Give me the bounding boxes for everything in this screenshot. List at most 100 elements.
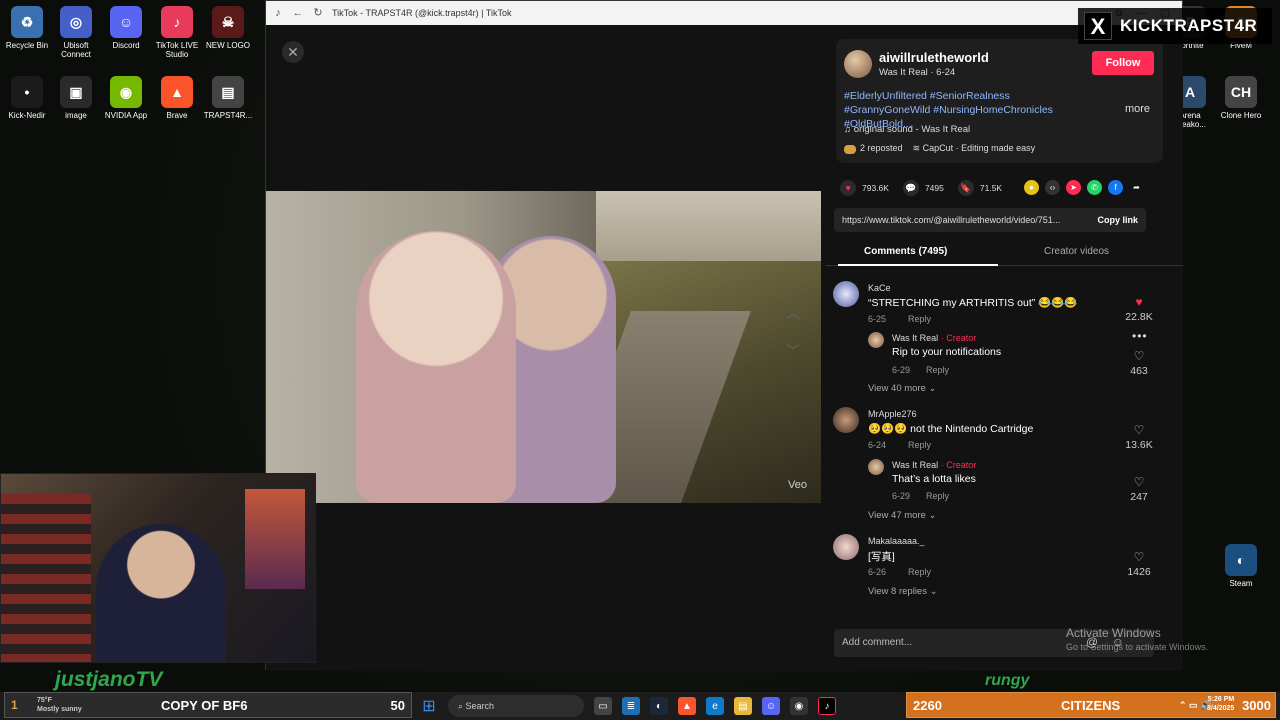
facebook-icon[interactable]: f [1108,180,1123,195]
taskbar-search[interactable]: ⌕ Search [448,695,584,717]
x-handle-overlay: X KICKTRAPST4R [1078,8,1272,44]
desktop-icon-discord[interactable]: ☺ Discord [99,6,153,50]
chevron-down-icon[interactable]: ﹀ [781,341,805,361]
sound-row[interactable]: ♫ original sound - Was It Real [844,124,970,135]
discord-taskbar-icon[interactable]: ☺ [762,697,780,715]
more-options-icon[interactable]: ••• [1132,329,1148,343]
desktop-icon-tiktok-live[interactable]: ♪ TikTok LIVE Studio [150,6,204,59]
like-stat[interactable]: ♥ 793.6K [840,180,889,196]
reply-button[interactable]: Reply [908,567,931,577]
comment-like[interactable]: ♡ 13.6K [1119,423,1159,451]
obs-icon[interactable]: ◉ [790,697,808,715]
clock[interactable]: 5:26 PM 8/4/2025 [1207,695,1234,713]
comment-stat[interactable]: 💬 7495 [902,180,944,196]
bookmark-icon: 🔖 [957,180,974,196]
brave-icon: ▲ [161,76,193,108]
back-arrow-icon[interactable]: ← [292,7,304,19]
notepad-icon[interactable]: ≣ [622,697,640,715]
avatar[interactable] [833,534,859,560]
avatar[interactable] [833,281,859,307]
refresh-icon[interactable]: ↻ [312,7,324,19]
add-comment-placeholder: Add comment... [842,637,913,648]
edge-icon[interactable]: e [706,697,724,715]
comment-text: [写真] [868,551,895,563]
view-more-replies[interactable]: View 8 replies ⌄ [868,586,938,597]
browser-title: TikTok - TRAPST4R (@kick.trapst4r) | Tik… [332,8,512,18]
author-avatar[interactable] [844,50,872,78]
webcam-streamer [96,524,226,662]
close-icon[interactable]: ✕ [282,41,304,63]
comment-meta: 6-25 Reply [868,314,932,324]
capcut-link[interactable]: ≋ CapCut · Editing made easy [913,143,1036,154]
webcam-poster [245,489,305,589]
video-player[interactable]: Veo [266,191,821,503]
share-arrow-icon[interactable]: ➦ [1129,180,1144,195]
reply-button[interactable]: Reply [908,314,931,324]
comment-tabs: Comments (7495) Creator videos [826,240,1183,266]
tiktok-taskbar-icon[interactable]: ♪ [818,697,836,715]
view-more-replies[interactable]: View 47 more ⌄ [868,510,937,521]
brave-taskbar-icon[interactable]: ▲ [678,697,696,715]
avatar[interactable] [868,459,884,475]
reply-button[interactable]: Reply [908,440,931,450]
folder-icon: ▤ [212,76,244,108]
comment-author[interactable]: Was It Real · Creator [892,333,976,343]
comment-author[interactable]: KaCe [868,283,891,293]
desktop-icon-new-logo[interactable]: ☠ NEW LOGO [201,6,255,50]
author-subtitle: Was It Real · 6-24 [879,67,956,78]
desktop-icon-clone-hero[interactable]: CH Clone Hero [1214,76,1268,120]
reply-button[interactable]: Reply [926,491,949,501]
comment-author[interactable]: MrApple276 [868,409,917,419]
comment-like[interactable]: ♡ 247 [1119,475,1159,503]
steam-icon: ◐ [1225,544,1257,576]
comment-author[interactable]: Was It Real · Creator [892,460,976,470]
comment-meta: 6-26 Reply [868,567,932,577]
file-explorer-icon[interactable]: ▤ [734,697,752,715]
post-link[interactable]: https://www.tiktok.com/@aiwillrulethewor… [842,215,1060,225]
comment-text: That’s a lotta likes [892,473,976,485]
heart-icon: ♥ [840,180,856,196]
tab-comments[interactable]: Comments (7495) [864,246,947,257]
steam-taskbar-icon[interactable]: ◐ [650,697,668,715]
tiktok-favicon-icon: ♪ [275,7,281,19]
activate-windows-sub: Go to Settings to activate Windows. [1066,642,1209,652]
chevron-up-icon[interactable]: ︿ [781,303,805,323]
reposted-label[interactable]: 2 reposted [844,143,903,154]
whatsapp-icon[interactable]: ✆ [1087,180,1102,195]
view-more-replies[interactable]: View 40 more ⌄ [868,383,937,394]
comment-like[interactable]: ♡ 463 [1119,349,1159,377]
weather-widget[interactable]: 75°F Mostly sunny [37,696,82,714]
coin-icon[interactable]: ● [1024,180,1039,195]
desktop-icon-steam[interactable]: ◐ Steam [1214,544,1268,588]
more-link[interactable]: more [1125,103,1150,115]
embed-icon[interactable]: ‹› [1045,180,1060,195]
desktop-icon-trapst4r[interactable]: ▤ TRAPST4R... [201,76,255,120]
comment-meta: 6-29 Reply [892,365,950,375]
desktop-icon-image[interactable]: ▣ image [49,76,103,120]
comment-like[interactable]: ♡ 1426 [1119,550,1159,578]
windows-start-icon[interactable]: ⊞ [420,697,438,715]
send-icon[interactable]: ➤ [1066,180,1081,195]
video-sky [596,191,821,261]
desktop-icon-ubisoft[interactable]: ◎ Ubisoft Connect [49,6,103,59]
comment-like[interactable]: ♥ 22.8K [1119,295,1159,323]
tab-creator-videos[interactable]: Creator videos [1044,246,1109,257]
right-counter-count: 3000 [1242,697,1271,713]
avatar[interactable] [833,407,859,433]
follow-button[interactable]: Follow [1092,51,1154,75]
avatar[interactable] [868,332,884,348]
ubisoft-icon: ◎ [60,6,92,38]
reply-button[interactable]: Reply [926,365,949,375]
desktop-icon-recycle-bin[interactable]: ♻ Recycle Bin [0,6,54,50]
task-view-icon[interactable]: ▭ [594,697,612,715]
comment-author[interactable]: Makalaaaaa._ [868,536,925,546]
author-username[interactable]: aiwillruletheworld [879,50,989,65]
save-stat[interactable]: 🔖 71.5K [957,180,1002,196]
post-stats: ♥ 793.6K 💬 7495 🔖 71.5K [840,180,1016,196]
desktop-icon-nvidia[interactable]: ◉ NVIDIA App [99,76,153,120]
veo-watermark: Veo [788,479,807,491]
active-tab-underline [838,264,998,266]
copy-link-button[interactable]: Copy link [1097,208,1138,232]
desktop-icon-kick-nedir[interactable]: • Kick-Nedir [0,76,54,120]
desktop-icon-brave[interactable]: ▲ Brave [150,76,204,120]
